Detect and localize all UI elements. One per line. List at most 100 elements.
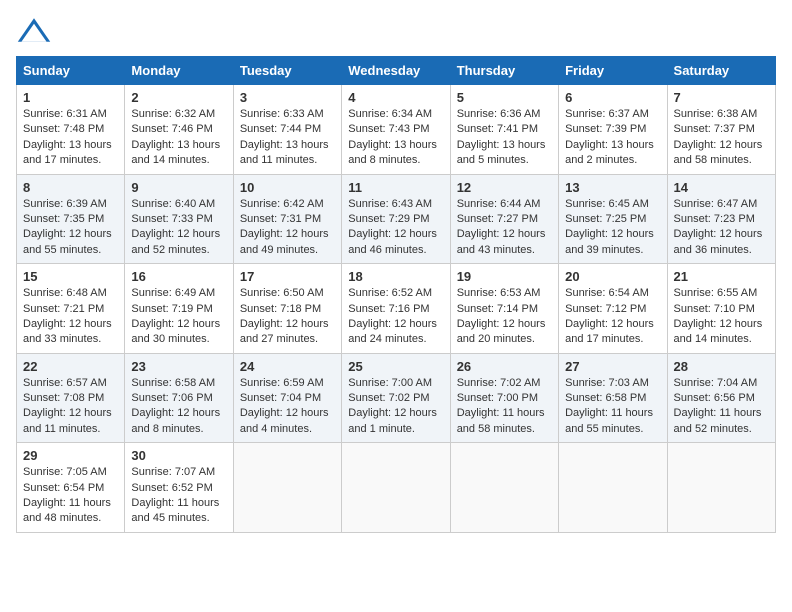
- sunrise-text: Sunrise: 6:59 AM: [240, 377, 324, 389]
- calendar-cell: 8Sunrise: 6:39 AMSunset: 7:35 PMDaylight…: [17, 174, 125, 264]
- day-number: 6: [565, 90, 660, 105]
- cell-info: Sunrise: 6:59 AMSunset: 7:04 PMDaylight:…: [240, 376, 335, 438]
- sunset-text: Sunset: 7:31 PM: [240, 213, 321, 225]
- logo: [16, 16, 56, 44]
- sunrise-text: Sunrise: 6:33 AM: [240, 108, 324, 120]
- calendar-cell: [233, 443, 341, 533]
- day-number: 5: [457, 90, 552, 105]
- sunrise-text: Sunrise: 7:03 AM: [565, 377, 649, 389]
- day-number: 29: [23, 448, 118, 463]
- calendar-cell: 11Sunrise: 6:43 AMSunset: 7:29 PMDayligh…: [342, 174, 450, 264]
- sunrise-text: Sunrise: 6:31 AM: [23, 108, 107, 120]
- calendar-cell: 16Sunrise: 6:49 AMSunset: 7:19 PMDayligh…: [125, 264, 233, 354]
- sunset-text: Sunset: 7:35 PM: [23, 213, 104, 225]
- calendar-cell: 2Sunrise: 6:32 AMSunset: 7:46 PMDaylight…: [125, 85, 233, 175]
- day-number: 3: [240, 90, 335, 105]
- sunset-text: Sunset: 7:25 PM: [565, 213, 646, 225]
- cell-info: Sunrise: 7:03 AM Sunset: 6:58 PM Daylight:…: [565, 376, 660, 438]
- daylight-text: Daylight: 11 hours and 55 minutes.: [565, 407, 653, 434]
- daylight-text: Daylight: 12 hours and 43 minutes.: [457, 228, 546, 255]
- cell-info: Sunrise: 6:40 AM Sunset: 7:33 PM Daylight:…: [131, 197, 226, 259]
- calendar-cell: [450, 443, 558, 533]
- calendar-cell: [667, 443, 775, 533]
- cell-info: Sunrise: 6:53 AMSunset: 7:14 PMDaylight:…: [457, 286, 552, 348]
- weekday-header-saturday: Saturday: [667, 57, 775, 85]
- daylight-text: Daylight: 13 hours and 11 minutes.: [240, 139, 329, 166]
- sunset-text: Sunset: 7:08 PM: [23, 392, 104, 404]
- calendar-cell: 7Sunrise: 6:38 AMSunset: 7:37 PMDaylight…: [667, 85, 775, 175]
- sunset-text: Sunset: 7:12 PM: [565, 303, 646, 315]
- calendar-cell: 21 Sunrise: 6:55 AMSunset: 7:10 PMDayligh…: [667, 264, 775, 354]
- cell-info: Sunrise: 6:50 AMSunset: 7:18 PMDaylight:…: [240, 286, 335, 348]
- daylight-text: Daylight: 12 hours and 33 minutes.: [23, 318, 112, 345]
- sunset-text: Sunset: 7:00 PM: [457, 392, 538, 404]
- sunset-text: Sunset: 6:54 PM: [23, 482, 104, 494]
- calendar-cell: 20Sunrise: 6:54 AMSunset: 7:12 PMDayligh…: [559, 264, 667, 354]
- sunset-text: Sunset: 7:44 PM: [240, 123, 321, 135]
- calendar-cell: 14Sunrise: 6:47 AMSunset: 7:23 PMDayligh…: [667, 174, 775, 264]
- sunrise-text: Sunrise: 7:02 AM: [457, 377, 541, 389]
- cell-info: Sunrise: 6:36 AM Sunset: 7:41 PM Daylight:…: [457, 107, 552, 169]
- sunset-text: Sunset: 7:21 PM: [23, 303, 104, 315]
- day-number: 20: [565, 269, 660, 284]
- calendar-cell: 22Sunrise: 6:57 AMSunset: 7:08 PMDayligh…: [17, 353, 125, 443]
- calendar-cell: 26Sunrise: 7:02 AMSunset: 7:00 PMDayligh…: [450, 353, 558, 443]
- sunset-text: Sunset: 7:41 PM: [457, 123, 538, 135]
- daylight-text: Daylight: 12 hours and 46 minutes.: [348, 228, 437, 255]
- day-number: 21: [674, 269, 769, 284]
- sunrise-text: Sunrise: 6:36 AM: [457, 108, 541, 120]
- day-number: 13: [565, 180, 660, 195]
- cell-info: Sunrise: 6:43 AMSunset: 7:29 PMDaylight:…: [348, 197, 443, 259]
- sunset-text: Sunset: 7:43 PM: [348, 123, 429, 135]
- logo-icon: [16, 16, 52, 44]
- cell-info: Sunrise: 6:55 AMSunset: 7:10 PMDaylight:…: [674, 286, 769, 348]
- sunrise-text: Sunrise: 6:32 AM: [131, 108, 215, 120]
- sunset-text: Sunset: 6:58 PM: [565, 392, 646, 404]
- daylight-text: Daylight: 13 hours and 5 minutes.: [457, 139, 546, 166]
- daylight-text: Daylight: 13 hours and 17 minutes.: [23, 139, 112, 166]
- sunset-text: Sunset: 7:33 PM: [131, 213, 212, 225]
- cell-info: Sunrise: 6:42 AMSunset: 7:31 PMDaylight:…: [240, 197, 335, 259]
- daylight-text: Daylight: 12 hours and 1 minute.: [348, 407, 437, 434]
- calendar-cell: 10Sunrise: 6:42 AMSunset: 7:31 PMDayligh…: [233, 174, 341, 264]
- sunrise-text: Sunrise: 6:43 AM: [348, 198, 432, 210]
- cell-info: Sunrise: 6:37 AMSunset: 7:39 PMDaylight:…: [565, 107, 660, 169]
- cell-info: Sunrise: 6:34 AMSunset: 7:43 PMDaylight:…: [348, 107, 443, 169]
- sunset-text: Sunset: 7:06 PM: [131, 392, 212, 404]
- weekday-header-wednesday: Wednesday: [342, 57, 450, 85]
- cell-info: Sunrise: 6:48 AMSunset: 7:21 PMDaylight:…: [23, 286, 118, 348]
- day-number: 26: [457, 359, 552, 374]
- weekday-header-sunday: Sunday: [17, 57, 125, 85]
- day-number: 25: [348, 359, 443, 374]
- sunrise-text: Sunrise: 6:40 AM: [131, 198, 215, 210]
- daylight-text: Daylight: 12 hours and 11 minutes.: [23, 407, 112, 434]
- calendar-cell: 24Sunrise: 6:59 AMSunset: 7:04 PMDayligh…: [233, 353, 341, 443]
- daylight-text: Daylight: 12 hours and 8 minutes.: [131, 407, 220, 434]
- weekday-header-thursday: Thursday: [450, 57, 558, 85]
- sunrise-text: Sunrise: 6:57 AM: [23, 377, 107, 389]
- sunset-text: Sunset: 6:56 PM: [674, 392, 755, 404]
- calendar-cell: 25Sunrise: 7:00 AMSunset: 7:02 PMDayligh…: [342, 353, 450, 443]
- cell-info: Sunrise: 6:31 AMSunset: 7:48 PMDaylight:…: [23, 107, 118, 169]
- sunset-text: Sunset: 7:19 PM: [131, 303, 212, 315]
- sunrise-text: Sunrise: 7:04 AM: [674, 377, 758, 389]
- daylight-text: Daylight: 12 hours and 52 minutes.: [131, 228, 220, 255]
- daylight-text: Daylight: 12 hours and 14 minutes.: [674, 318, 763, 345]
- sunrise-text: Sunrise: 6:45 AM: [565, 198, 649, 210]
- sunset-text: Sunset: 7:39 PM: [565, 123, 646, 135]
- cell-info: Sunrise: 6:45 AMSunset: 7:25 PMDaylight:…: [565, 197, 660, 259]
- daylight-text: Daylight: 12 hours and 36 minutes.: [674, 228, 763, 255]
- daylight-text: Daylight: 13 hours and 8 minutes.: [348, 139, 437, 166]
- calendar-cell: 27 Sunrise: 7:03 AM Sunset: 6:58 PM Dayligh…: [559, 353, 667, 443]
- sunrise-text: Sunrise: 6:37 AM: [565, 108, 649, 120]
- calendar-cell: 13Sunrise: 6:45 AMSunset: 7:25 PMDayligh…: [559, 174, 667, 264]
- calendar-cell: 28Sunrise: 7:04 AMSunset: 6:56 PMDayligh…: [667, 353, 775, 443]
- calendar-cell: 17 Sunrise: 6:50 AMSunset: 7:18 PMDayligh…: [233, 264, 341, 354]
- day-number: 12: [457, 180, 552, 195]
- daylight-text: Daylight: 12 hours and 24 minutes.: [348, 318, 437, 345]
- calendar-cell: [559, 443, 667, 533]
- weekday-header-friday: Friday: [559, 57, 667, 85]
- day-number: 27: [565, 359, 660, 374]
- day-number: 17: [240, 269, 335, 284]
- calendar-cell: 5 Sunrise: 6:36 AM Sunset: 7:41 PM Daylight…: [450, 85, 558, 175]
